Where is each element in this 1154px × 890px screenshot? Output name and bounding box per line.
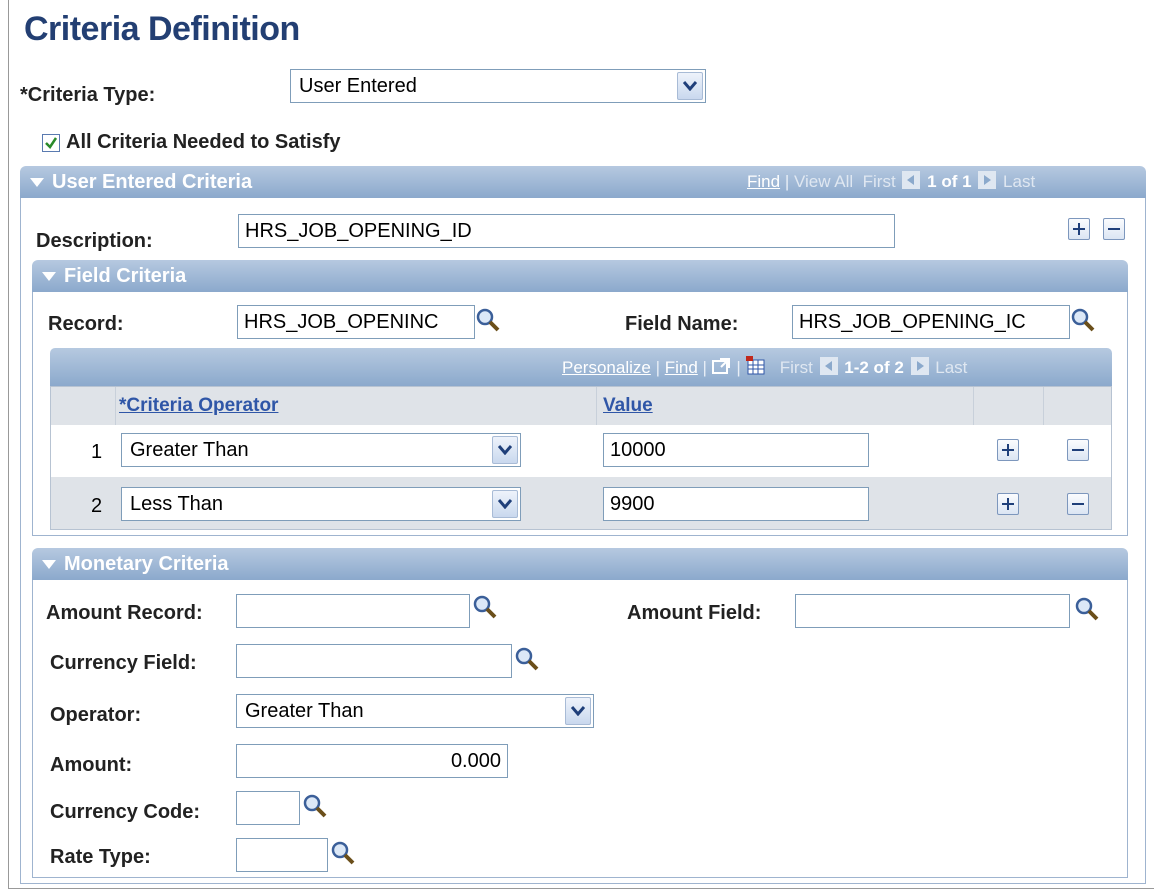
last-link[interactable]: Last xyxy=(1003,172,1035,191)
search-icon[interactable] xyxy=(1070,307,1096,333)
view-all-link[interactable]: View All xyxy=(794,172,853,191)
collapse-triangle-icon[interactable] xyxy=(42,272,56,281)
operator-select[interactable]: Greater Than xyxy=(236,694,594,728)
currency-field-label: Currency Field: xyxy=(50,652,197,674)
criteria-grid: *Criteria Operator Value 1 Greater Than … xyxy=(50,386,1112,530)
find-link[interactable]: Find xyxy=(747,172,780,191)
user-entered-criteria-title: User Entered Criteria xyxy=(52,171,253,193)
next-arrow-icon[interactable] xyxy=(978,171,997,189)
all-criteria-checkbox[interactable] xyxy=(42,134,60,152)
criteria-operator-select[interactable]: Less Than xyxy=(121,487,521,521)
row-number: 2 xyxy=(91,495,103,517)
chevron-down-icon xyxy=(492,490,518,518)
user-entered-nav: Find | View All First 1 of 1 Last xyxy=(747,166,1035,198)
chevron-down-icon xyxy=(492,436,518,464)
operator-label: Operator: xyxy=(50,704,142,726)
previous-arrow-icon[interactable] xyxy=(902,171,921,189)
operator-value: Greater Than xyxy=(245,700,364,722)
page-title: Criteria Definition xyxy=(24,10,300,48)
new-window-icon[interactable] xyxy=(711,357,732,375)
find-link[interactable]: Find xyxy=(665,358,698,377)
amount-record-label: Amount Record: xyxy=(46,602,203,624)
next-arrow-icon[interactable] xyxy=(910,357,929,375)
record-label: Record: xyxy=(48,313,124,335)
value-column-header[interactable]: Value xyxy=(603,395,653,417)
nav-separator: | xyxy=(702,358,707,377)
delete-row-button[interactable] xyxy=(1067,439,1089,461)
chevron-down-icon xyxy=(565,697,591,725)
value-input[interactable]: 9900 xyxy=(603,487,869,521)
amount-input[interactable]: 0.000 xyxy=(236,744,508,778)
delete-row-button[interactable] xyxy=(1067,493,1089,515)
criteria-operator-column-header[interactable]: *Criteria Operator xyxy=(119,395,278,417)
field-name-label: Field Name: xyxy=(625,313,739,335)
record-input[interactable]: HRS_JOB_OPENINC xyxy=(237,305,475,339)
row-counter: 1-2 of 2 xyxy=(844,358,904,377)
nav-separator: | xyxy=(655,358,660,377)
add-row-button[interactable] xyxy=(997,493,1019,515)
search-icon[interactable] xyxy=(1074,596,1100,622)
criteria-type-label: *Criteria Type: xyxy=(20,84,156,106)
previous-arrow-icon[interactable] xyxy=(819,357,838,375)
download-grid-icon[interactable] xyxy=(745,356,766,376)
criteria-operator-value: Less Than xyxy=(130,493,224,515)
first-link[interactable]: First xyxy=(863,172,896,191)
monetary-criteria-title: Monetary Criteria xyxy=(64,553,229,575)
criteria-operator-value: Greater Than xyxy=(130,439,249,461)
add-row-button[interactable] xyxy=(1068,218,1090,240)
grid-nav: Personalize | Find | | First 1-2 of 2 La… xyxy=(562,352,967,384)
nav-separator: | xyxy=(736,358,741,377)
criteria-operator-select[interactable]: Greater Than xyxy=(121,433,521,467)
currency-code-input[interactable] xyxy=(236,791,300,825)
field-name-input[interactable]: HRS_JOB_OPENING_IC xyxy=(792,305,1070,339)
collapse-triangle-icon[interactable] xyxy=(42,560,56,569)
delete-row-button[interactable] xyxy=(1103,218,1125,240)
currency-field-input[interactable] xyxy=(236,644,512,678)
currency-code-label: Currency Code: xyxy=(50,801,201,823)
search-icon[interactable] xyxy=(302,793,328,819)
search-icon[interactable] xyxy=(475,307,501,333)
nav-separator: | xyxy=(784,172,790,191)
chevron-down-icon xyxy=(677,72,703,100)
first-link[interactable]: First xyxy=(780,358,813,377)
monetary-criteria-header: Monetary Criteria xyxy=(32,548,1128,580)
amount-field-label: Amount Field: xyxy=(627,602,762,624)
checkmark-icon xyxy=(45,137,58,149)
rate-type-label: Rate Type: xyxy=(50,846,151,868)
description-input[interactable]: HRS_JOB_OPENING_ID xyxy=(238,214,895,248)
field-criteria-header: Field Criteria xyxy=(32,260,1128,292)
add-row-button[interactable] xyxy=(997,439,1019,461)
search-icon[interactable] xyxy=(472,594,498,620)
field-criteria-title: Field Criteria xyxy=(64,265,187,287)
search-icon[interactable] xyxy=(514,646,540,672)
criteria-type-value: User Entered xyxy=(299,75,417,97)
user-entered-criteria-header: User Entered Criteria Find | View All Fi… xyxy=(20,166,1146,198)
row-number: 1 xyxy=(91,441,103,463)
row-counter: 1 of 1 xyxy=(927,172,972,191)
grid-nav-bar: Personalize | Find | | First 1-2 of 2 La… xyxy=(50,348,1112,386)
value-input[interactable]: 10000 xyxy=(603,433,869,467)
description-label: Description: xyxy=(36,230,153,252)
amount-field-input[interactable] xyxy=(795,594,1070,628)
collapse-triangle-icon[interactable] xyxy=(30,178,44,187)
amount-label: Amount: xyxy=(50,754,133,776)
rate-type-input[interactable] xyxy=(236,838,328,872)
search-icon[interactable] xyxy=(330,840,356,866)
last-link[interactable]: Last xyxy=(935,358,967,377)
personalize-link[interactable]: Personalize xyxy=(562,358,651,377)
criteria-type-select[interactable]: User Entered xyxy=(290,69,706,103)
all-criteria-label: All Criteria Needed to Satisfy xyxy=(66,131,341,153)
amount-record-input[interactable] xyxy=(236,594,470,628)
